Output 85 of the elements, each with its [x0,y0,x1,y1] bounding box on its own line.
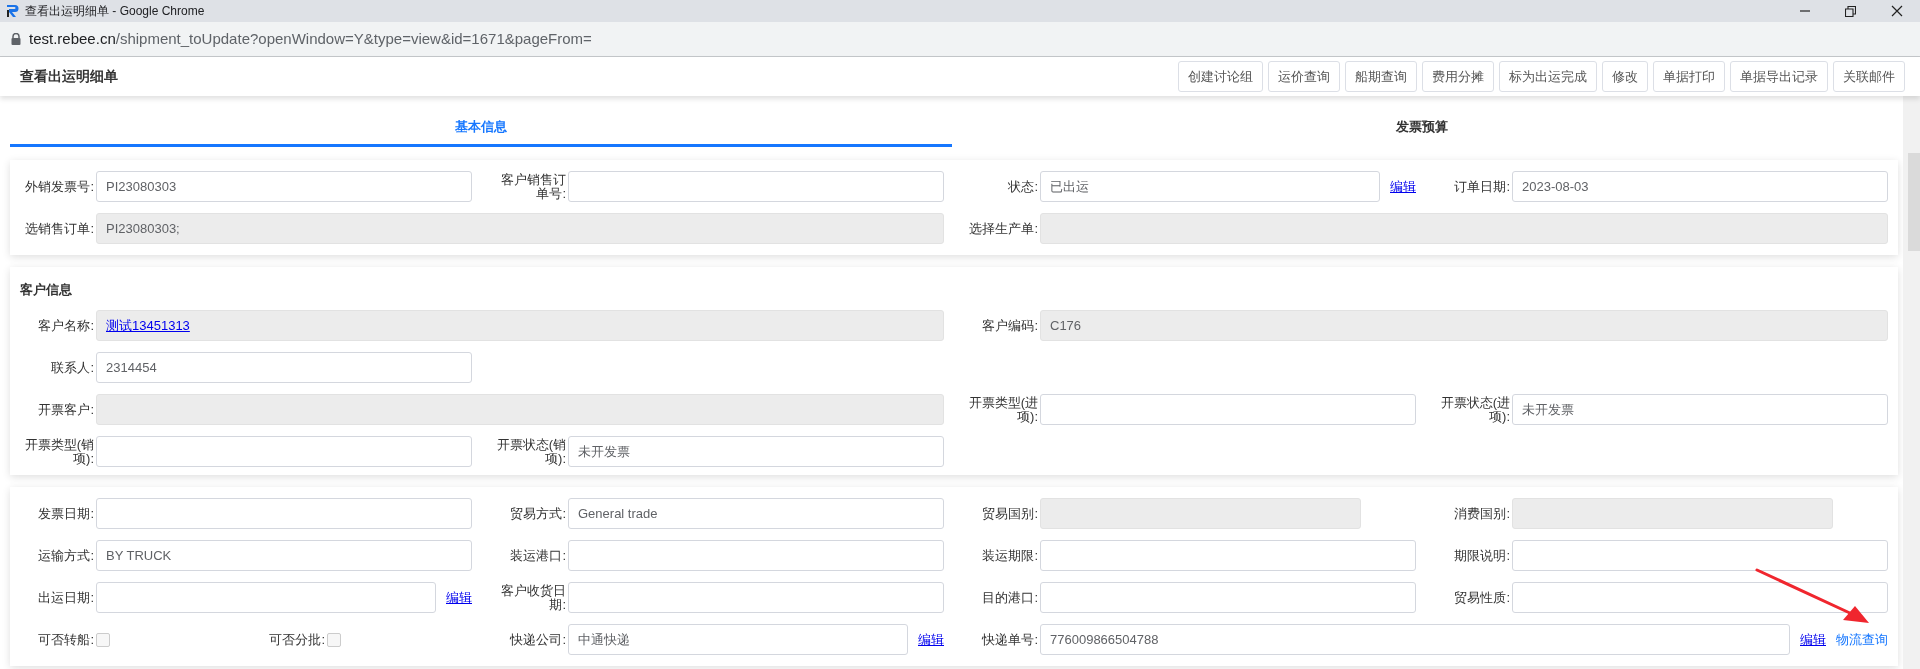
restore-icon[interactable] [1845,5,1856,17]
tab[interactable]: 基本信息 [10,110,952,147]
lock-icon [11,33,21,45]
field-label: 开票类型(销项): [23,437,94,466]
field-label: 可否分批: [269,632,325,647]
field-label: 贸易性质: [1454,590,1510,605]
field-label: 客户名称: [38,318,94,333]
toolbar-button[interactable]: 单据导出记录 [1730,61,1828,92]
customer-link[interactable]: 测试13451313 [106,315,190,336]
field-label: 选择生产单: [969,221,1038,236]
edit-link[interactable]: 编辑 [1390,176,1416,197]
input-field[interactable] [1040,540,1416,571]
input-field[interactable]: 未开发票 [568,436,944,467]
input-field[interactable]: C176 [1040,310,1888,341]
field-label: 外销发票号: [25,179,94,194]
page-title: 查看出运明细单 [20,67,118,86]
input-field[interactable] [1512,540,1888,571]
field-label: 发票日期: [38,506,94,521]
input-field[interactable]: 2023-08-03 [1512,171,1888,202]
scrollbar[interactable] [1903,96,1920,669]
field-label: 运输方式: [38,548,94,563]
toolbar-button[interactable]: 创建讨论组 [1178,61,1263,92]
field-label: 选销售订单: [25,221,94,236]
toolbar-button[interactable]: 运价查询 [1268,61,1340,92]
input-field[interactable]: PI23080303; [96,213,944,244]
field-label: 客户编码: [982,318,1038,333]
input-field[interactable] [1040,498,1361,529]
toolbar-button[interactable]: 修改 [1602,61,1648,92]
field-label: 贸易方式: [510,506,566,521]
toolbar-button[interactable]: 单据打印 [1653,61,1725,92]
field-label: 消费国别: [1454,506,1510,521]
field-label: 快递公司: [510,632,566,647]
field-label: 贸易国别: [982,506,1038,521]
field-label: 状态: [1008,179,1038,194]
edit-link[interactable]: 编辑 [1800,629,1826,650]
field-label: 目的港口: [982,590,1038,605]
checkbox[interactable] [327,632,341,647]
input-field[interactable]: BY TRUCK [96,540,472,571]
field-label: 开票状态(进项): [1439,395,1510,424]
input-field[interactable] [1512,582,1888,613]
window-title: 查看出运明细单 - Google Chrome [25,3,205,20]
field-label: 装运港口: [510,548,566,563]
input-field[interactable]: 未开发票 [1512,394,1888,425]
toolbar-button[interactable]: 费用分摊 [1422,61,1494,92]
field-label: 联系人: [51,360,94,375]
input-field[interactable]: PI23080303 [96,171,472,202]
input-field[interactable]: 中通快递 [568,624,908,655]
section-title: 客户信息 [20,281,72,300]
input-field[interactable] [568,582,944,613]
input-field[interactable]: 2314454 [96,352,472,383]
input-field[interactable] [1040,582,1416,613]
edit-link[interactable]: 编辑 [918,629,944,650]
field-label: 开票客户: [38,402,94,417]
field-label: 快递单号: [982,632,1038,647]
input-field[interactable] [1040,394,1416,425]
toolbar-button[interactable]: 标为出运完成 [1499,61,1597,92]
input-field[interactable]: 已出运 [1040,171,1380,202]
input-field[interactable] [96,436,472,467]
edit-link[interactable]: 编辑 [446,587,472,608]
close-icon[interactable] [1891,5,1903,17]
query-link[interactable]: 物流查询 [1836,629,1888,650]
field-label: 可否转船: [38,632,94,647]
field-label: 开票类型(进项): [967,395,1038,424]
toolbar-button[interactable]: 船期查询 [1345,61,1417,92]
input-field[interactable] [96,394,944,425]
field-label: 期限说明: [1454,548,1510,563]
toolbar-button[interactable]: 关联邮件 [1833,61,1905,92]
input-field[interactable] [96,498,472,529]
input-field[interactable]: 776009866504788 [1040,624,1790,655]
input-field[interactable] [1040,213,1888,244]
field-label: 客户收货日期: [500,583,566,612]
input-field[interactable]: 测试13451313 [96,310,944,341]
field-label: 装运期限: [982,548,1038,563]
field-label: 出运日期: [38,590,94,605]
input-field[interactable] [568,540,944,571]
checkbox[interactable] [96,632,110,647]
field-label: 订单日期: [1454,179,1510,194]
input-field[interactable]: General trade [568,498,944,529]
tab[interactable]: 发票预算 [951,110,1893,147]
app-logo-icon [6,4,19,18]
input-field[interactable] [568,171,944,202]
input-field[interactable] [96,582,436,613]
input-field[interactable] [1512,498,1833,529]
field-label: 客户销售订单号: [500,172,566,201]
field-label: 开票状态(销项): [495,437,566,466]
